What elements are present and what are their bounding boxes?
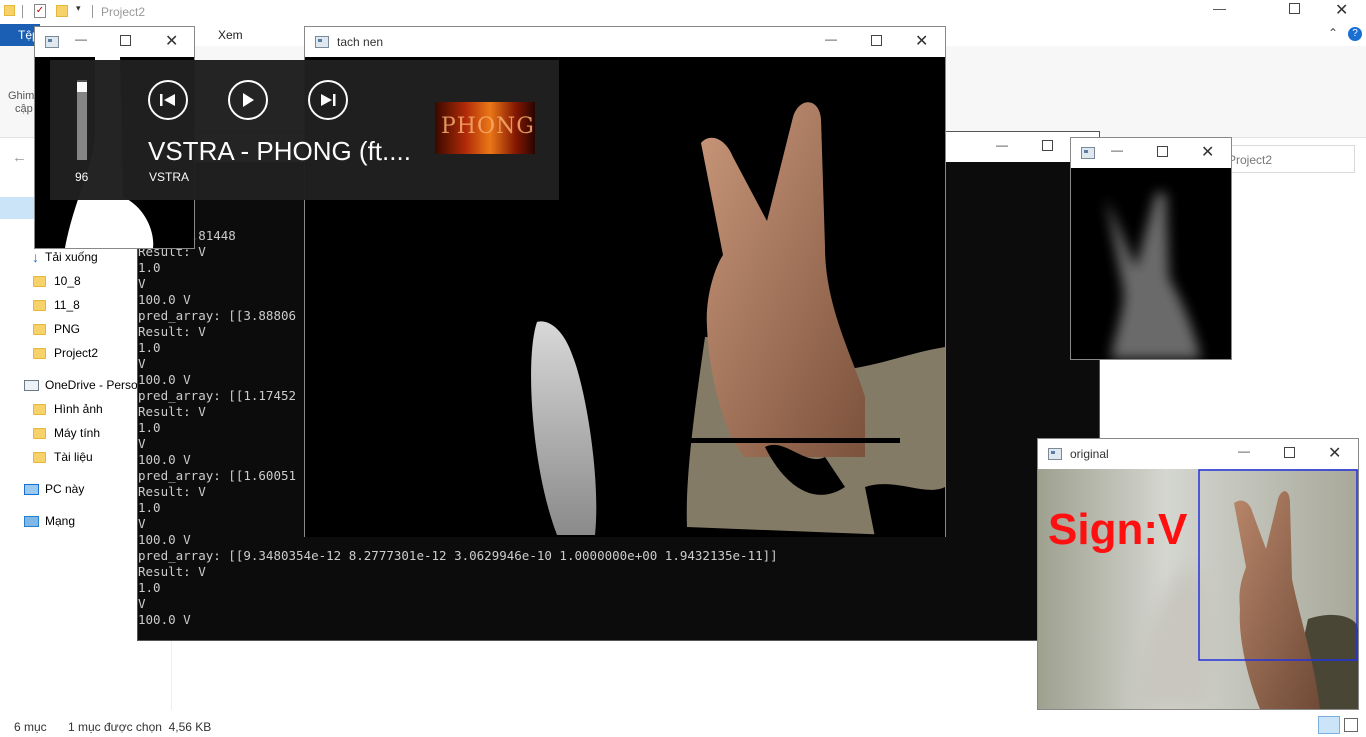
folder-icon bbox=[33, 347, 46, 359]
folder-icon bbox=[33, 451, 46, 463]
minimize-icon[interactable]: — bbox=[825, 32, 837, 46]
network-icon bbox=[24, 515, 39, 527]
folder-icon bbox=[33, 275, 46, 287]
mask-titlebar: — ✕ bbox=[35, 27, 194, 57]
close-icon[interactable]: ✕ bbox=[1201, 142, 1214, 162]
separator bbox=[22, 5, 23, 18]
previous-icon bbox=[160, 94, 175, 106]
noise-patch bbox=[865, 484, 945, 537]
console-line: 100.0 V bbox=[138, 612, 191, 627]
close-icon[interactable]: ✕ bbox=[165, 31, 178, 51]
sidebar-item-label: Tài liệu bbox=[54, 450, 93, 464]
app-icon bbox=[315, 36, 329, 48]
maximize-icon[interactable] bbox=[1157, 146, 1168, 157]
minimize-icon[interactable]: — bbox=[1238, 444, 1250, 458]
previous-track-button[interactable] bbox=[148, 80, 188, 120]
folder-icon bbox=[4, 5, 15, 16]
play-icon bbox=[243, 93, 254, 107]
window-title: original bbox=[1070, 447, 1109, 461]
blurred-hand-image bbox=[1071, 168, 1231, 359]
item-count: 6 mục bbox=[14, 720, 47, 734]
app-icon bbox=[1048, 448, 1062, 460]
sign-label: Sign:V bbox=[1048, 505, 1188, 554]
console-line: Result: V bbox=[138, 564, 206, 579]
volume-thumb[interactable] bbox=[77, 82, 87, 92]
console-line: 1.0 bbox=[138, 580, 161, 595]
folder-icon bbox=[33, 403, 46, 415]
play-button[interactable] bbox=[228, 80, 268, 120]
sidebar-item-label: 11_8 bbox=[54, 298, 80, 312]
search-placeholder: Project2 bbox=[1228, 153, 1273, 167]
close-icon[interactable]: ✕ bbox=[915, 31, 928, 51]
volume-fill bbox=[77, 83, 87, 160]
back-arrow-icon[interactable]: ← bbox=[12, 149, 27, 166]
close-icon[interactable]: ✕ bbox=[1328, 443, 1341, 463]
folder-icon bbox=[33, 299, 46, 311]
window-title: tach nen bbox=[337, 35, 384, 49]
selection-info: 1 mục được chọn 4,56 KB bbox=[68, 720, 212, 734]
chevron-up-icon[interactable]: ⌃ bbox=[1328, 26, 1338, 40]
window-title: Project2 bbox=[101, 5, 146, 19]
minimize-icon[interactable]: — bbox=[996, 138, 1008, 152]
search-box[interactable]: Project2 bbox=[1215, 145, 1355, 173]
close-icon[interactable]: ✕ bbox=[1335, 0, 1348, 20]
volume-slider[interactable] bbox=[77, 80, 87, 160]
properties-icon[interactable]: ✓ bbox=[34, 4, 46, 18]
tach-nen-titlebar: tach nen — ✕ bbox=[305, 27, 945, 57]
sidebar-item-label: Tải xuống bbox=[45, 250, 98, 264]
minimize-icon[interactable]: — bbox=[1213, 1, 1226, 16]
blurred-titlebar: — ✕ bbox=[1071, 138, 1231, 168]
song-title: VSTRA - PHONG (ft.... bbox=[148, 136, 411, 166]
sidebar-item-label: 10_8 bbox=[54, 274, 81, 288]
original-window[interactable]: original — ✕ Sign:V bbox=[1037, 438, 1359, 710]
next-track-button[interactable] bbox=[308, 80, 348, 120]
sidebar-item-label: PC này bbox=[45, 482, 85, 496]
original-titlebar: original — ✕ bbox=[1038, 439, 1358, 469]
onedrive-icon bbox=[24, 379, 39, 391]
new-folder-icon[interactable] bbox=[56, 5, 68, 17]
separator bbox=[92, 5, 93, 18]
album-art: PHONG bbox=[435, 102, 535, 154]
pin-label[interactable]: Ghim bbox=[8, 90, 34, 102]
large-icons-view-icon[interactable] bbox=[1344, 718, 1358, 732]
folder-icon bbox=[33, 323, 46, 335]
maximize-icon[interactable] bbox=[120, 35, 131, 46]
app-icon bbox=[45, 36, 59, 48]
minimize-icon[interactable]: — bbox=[1111, 143, 1123, 157]
sidebar-item-label: Mạng bbox=[45, 514, 76, 528]
help-icon[interactable]: ? bbox=[1348, 27, 1362, 41]
sidebar-item-label: OneDrive - Person bbox=[45, 378, 145, 392]
pin-label-2: cập bbox=[15, 103, 33, 115]
restore-icon[interactable] bbox=[1289, 3, 1300, 14]
quick-access-dropdown-icon[interactable]: ▾ bbox=[76, 3, 81, 14]
download-arrow-icon: ↓ bbox=[32, 249, 39, 265]
maximize-icon[interactable] bbox=[871, 35, 882, 46]
sidebar-item-label: Project2 bbox=[54, 346, 99, 360]
minimize-icon[interactable]: — bbox=[75, 32, 87, 46]
dark-line bbox=[690, 438, 900, 443]
explorer-titlebar: ✓ ▾ Project2 — ✕ bbox=[0, 0, 1366, 24]
volume-value: 96 bbox=[75, 170, 89, 184]
blurred-window[interactable]: — ✕ bbox=[1070, 137, 1232, 360]
media-controls-overlay: 96 VSTRA - PHONG (ft.... VSTRA PHONG bbox=[50, 60, 559, 200]
console-line: V bbox=[138, 596, 146, 611]
album-art-text: PHONG bbox=[441, 114, 535, 139]
sidebar-item-label: Máy tính bbox=[54, 426, 101, 440]
maximize-icon[interactable] bbox=[1284, 447, 1295, 458]
sidebar-item-label: Hình ảnh bbox=[54, 402, 103, 416]
tab-view[interactable]: Xem bbox=[218, 28, 243, 42]
app-icon bbox=[1081, 147, 1095, 159]
maximize-icon[interactable] bbox=[1042, 140, 1053, 151]
sidebar-item-label: PNG bbox=[54, 322, 81, 336]
console-line: pred_array: [[9.3480354e-12 8.2777301e-1… bbox=[138, 548, 778, 563]
artist-name: VSTRA bbox=[149, 170, 190, 184]
computer-icon bbox=[24, 483, 39, 495]
status-bar: 6 mục 1 mục được chọn 4,56 KB bbox=[0, 713, 1366, 737]
next-icon bbox=[321, 94, 336, 106]
folder-icon bbox=[33, 427, 46, 439]
details-view-icon[interactable] bbox=[1318, 716, 1340, 734]
